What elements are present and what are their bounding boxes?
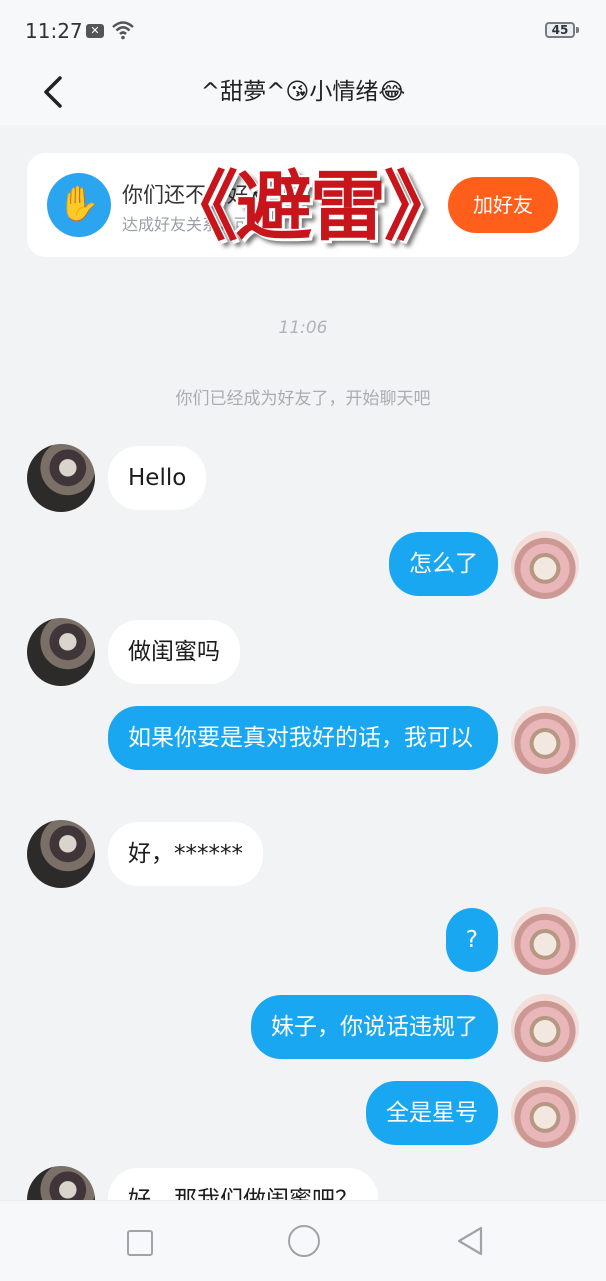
message-outgoing[interactable]: ? [445, 908, 498, 972]
battery-indicator: 45 [545, 22, 579, 38]
contact-avatar[interactable] [27, 820, 95, 888]
contact-avatar[interactable] [27, 618, 95, 686]
overlay-caption: 《避雷》 [162, 162, 460, 251]
message-incoming[interactable]: 做闺蜜吗 [108, 620, 240, 684]
nav-back-icon[interactable] [455, 1225, 485, 1257]
chat-header: ^甜夢^😘小情绪😂 [0, 62, 606, 125]
status-time: 11:27 [25, 19, 83, 43]
user-avatar[interactable] [511, 706, 579, 774]
chat-timestamp: 11:06 [278, 318, 328, 338]
user-avatar[interactable] [511, 907, 579, 975]
message-outgoing[interactable]: 怎么了 [389, 532, 498, 596]
system-message: 你们已经成为好友了，开始聊天吧 [175, 389, 431, 409]
message-outgoing[interactable]: 如果你要是真对我好的话，我可以 [108, 706, 498, 770]
notification-icon: ✕ [86, 24, 104, 38]
wifi-icon [112, 21, 134, 40]
nav-recent-icon[interactable] [127, 1230, 153, 1256]
message-outgoing[interactable]: 全是星号 [366, 1081, 498, 1145]
user-avatar[interactable] [511, 1080, 579, 1148]
chat-title: ^甜夢^😘小情绪😂 [200, 79, 406, 105]
status-bar: 11:27 ✕ 45 [0, 0, 606, 62]
message-incoming[interactable]: 好，****** [108, 822, 263, 886]
contact-avatar[interactable] [27, 444, 95, 512]
message-outgoing[interactable]: 妹子，你说话违规了 [251, 995, 498, 1059]
user-avatar[interactable] [511, 531, 579, 599]
user-avatar[interactable] [511, 994, 579, 1062]
message-incoming[interactable]: Hello [108, 446, 207, 510]
system-nav-bar [0, 1200, 606, 1281]
nav-home-icon[interactable] [288, 1225, 320, 1257]
hand-wave-icon: ✋ [47, 173, 111, 237]
